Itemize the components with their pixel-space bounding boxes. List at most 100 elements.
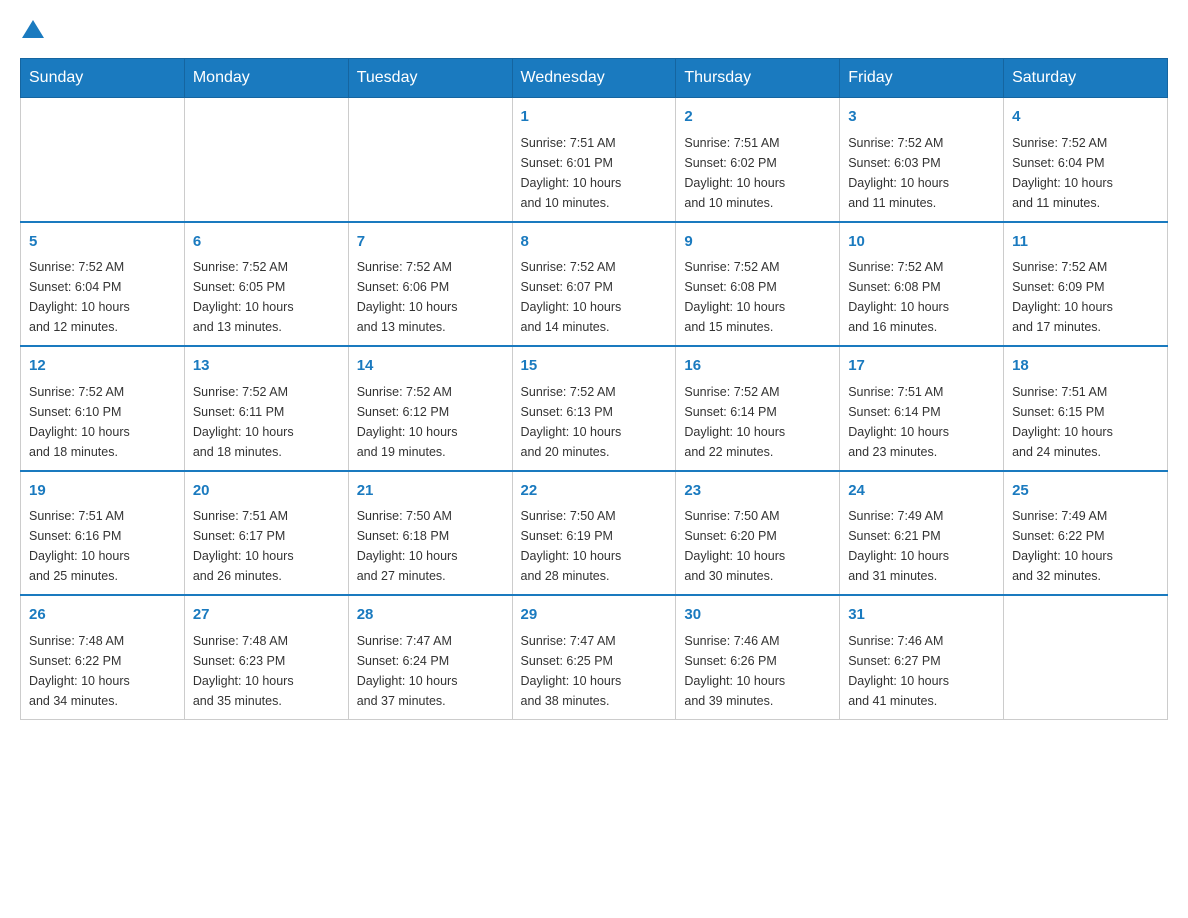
day-number: 8	[521, 231, 668, 254]
weekday-header-row: SundayMondayTuesdayWednesdayThursdayFrid…	[21, 59, 1168, 98]
calendar-week-row: 26Sunrise: 7:48 AM Sunset: 6:22 PM Dayli…	[21, 595, 1168, 719]
calendar-cell: 1 Sunrise: 7:51 AM Sunset: 6:01 PM Daylig…	[512, 98, 676, 222]
calendar-cell: 28 Sunrise: 7:47 AM Sunset: 6:24 PM Dayli…	[348, 595, 512, 719]
calendar-cell: 11 Sunrise: 7:52 AM Sunset: 6:09 PM Dayli…	[1004, 222, 1168, 347]
day-info: Sunrise: 7:52 AM Sunset: 6:05 PM Dayligh…	[193, 257, 340, 337]
calendar-cell: 16 Sunrise: 7:52 AM Sunset: 6:14 PM Dayli…	[676, 346, 840, 471]
day-number: 14	[357, 355, 504, 378]
calendar-cell	[348, 98, 512, 222]
calendar-cell: 4Sunrise: 7:52 AM Sunset: 6:04 PM Daylig…	[1004, 98, 1168, 222]
page-header	[20, 20, 1168, 38]
day-number: 2	[684, 106, 831, 129]
day-number: 29	[521, 604, 668, 627]
day-number: 19	[29, 480, 176, 503]
day-number: 5	[29, 231, 176, 254]
day-number: 22	[521, 480, 668, 503]
day-info: Sunrise: 7:52 AM Sunset: 6:11 PM Dayligh…	[193, 382, 340, 462]
day-number: 20	[193, 480, 340, 503]
day-number: 23	[684, 480, 831, 503]
calendar-cell: 14 Sunrise: 7:52 AM Sunset: 6:12 PM Dayli…	[348, 346, 512, 471]
day-info: Sunrise: 7:48 AM Sunset: 6:22 PM Dayligh…	[29, 631, 176, 711]
day-info: Sunrise: 7:52 AM Sunset: 6:10 PM Dayligh…	[29, 382, 176, 462]
calendar-cell: 19 Sunrise: 7:51 AM Sunset: 6:16 PM Dayli…	[21, 471, 185, 596]
day-number: 6	[193, 231, 340, 254]
day-info: Sunrise: 7:51 AM Sunset: 6:02 PM Dayligh…	[684, 133, 831, 213]
weekday-header-sunday: Sunday	[21, 59, 185, 98]
calendar-cell: 23 Sunrise: 7:50 AM Sunset: 6:20 PM Dayli…	[676, 471, 840, 596]
day-info: Sunrise: 7:51 AM Sunset: 6:01 PM Dayligh…	[521, 133, 668, 213]
day-info: Sunrise: 7:51 AM Sunset: 6:14 PM Dayligh…	[848, 382, 995, 462]
calendar-cell	[1004, 595, 1168, 719]
calendar-cell: 13 Sunrise: 7:52 AM Sunset: 6:11 PM Dayli…	[184, 346, 348, 471]
calendar-cell: 18Sunrise: 7:51 AM Sunset: 6:15 PM Dayli…	[1004, 346, 1168, 471]
day-number: 30	[684, 604, 831, 627]
day-number: 15	[521, 355, 668, 378]
calendar-cell: 20 Sunrise: 7:51 AM Sunset: 6:17 PM Dayli…	[184, 471, 348, 596]
day-number: 7	[357, 231, 504, 254]
day-number: 4	[1012, 106, 1159, 129]
day-number: 28	[357, 604, 504, 627]
calendar-table: SundayMondayTuesdayWednesdayThursdayFrid…	[20, 58, 1168, 720]
day-info: Sunrise: 7:50 AM Sunset: 6:18 PM Dayligh…	[357, 506, 504, 586]
calendar-cell: 15 Sunrise: 7:52 AM Sunset: 6:13 PM Dayli…	[512, 346, 676, 471]
calendar-cell: 22 Sunrise: 7:50 AM Sunset: 6:19 PM Dayli…	[512, 471, 676, 596]
day-info: Sunrise: 7:50 AM Sunset: 6:19 PM Dayligh…	[521, 506, 668, 586]
day-info: Sunrise: 7:46 AM Sunset: 6:26 PM Dayligh…	[684, 631, 831, 711]
calendar-cell: 3Sunrise: 7:52 AM Sunset: 6:03 PM Daylig…	[840, 98, 1004, 222]
day-info: Sunrise: 7:47 AM Sunset: 6:25 PM Dayligh…	[521, 631, 668, 711]
day-info: Sunrise: 7:51 AM Sunset: 6:16 PM Dayligh…	[29, 506, 176, 586]
day-info: Sunrise: 7:49 AM Sunset: 6:21 PM Dayligh…	[848, 506, 995, 586]
day-info: Sunrise: 7:52 AM Sunset: 6:08 PM Dayligh…	[848, 257, 995, 337]
calendar-cell: 30 Sunrise: 7:46 AM Sunset: 6:26 PM Dayli…	[676, 595, 840, 719]
logo-triangle-icon	[22, 20, 44, 38]
day-number: 25	[1012, 480, 1159, 503]
day-number: 27	[193, 604, 340, 627]
day-number: 11	[1012, 231, 1159, 254]
weekday-header-wednesday: Wednesday	[512, 59, 676, 98]
calendar-week-row: 1 Sunrise: 7:51 AM Sunset: 6:01 PM Daylig…	[21, 98, 1168, 222]
day-number: 9	[684, 231, 831, 254]
calendar-cell: 8 Sunrise: 7:52 AM Sunset: 6:07 PM Daylig…	[512, 222, 676, 347]
calendar-cell: 25 Sunrise: 7:49 AM Sunset: 6:22 PM Dayli…	[1004, 471, 1168, 596]
day-number: 1	[521, 106, 668, 129]
calendar-cell: 24Sunrise: 7:49 AM Sunset: 6:21 PM Dayli…	[840, 471, 1004, 596]
day-info: Sunrise: 7:52 AM Sunset: 6:07 PM Dayligh…	[521, 257, 668, 337]
day-number: 21	[357, 480, 504, 503]
calendar-cell: 10 Sunrise: 7:52 AM Sunset: 6:08 PM Dayli…	[840, 222, 1004, 347]
day-info: Sunrise: 7:52 AM Sunset: 6:14 PM Dayligh…	[684, 382, 831, 462]
day-info: Sunrise: 7:51 AM Sunset: 6:17 PM Dayligh…	[193, 506, 340, 586]
day-info: Sunrise: 7:52 AM Sunset: 6:04 PM Dayligh…	[29, 257, 176, 337]
calendar-cell	[21, 98, 185, 222]
day-info: Sunrise: 7:51 AM Sunset: 6:15 PM Dayligh…	[1012, 382, 1159, 462]
weekday-header-tuesday: Tuesday	[348, 59, 512, 98]
calendar-cell: 12 Sunrise: 7:52 AM Sunset: 6:10 PM Dayli…	[21, 346, 185, 471]
calendar-cell: 6 Sunrise: 7:52 AM Sunset: 6:05 PM Daylig…	[184, 222, 348, 347]
day-number: 12	[29, 355, 176, 378]
day-info: Sunrise: 7:52 AM Sunset: 6:09 PM Dayligh…	[1012, 257, 1159, 337]
calendar-cell: 31 Sunrise: 7:46 AM Sunset: 6:27 PM Dayli…	[840, 595, 1004, 719]
weekday-header-thursday: Thursday	[676, 59, 840, 98]
calendar-cell: 29 Sunrise: 7:47 AM Sunset: 6:25 PM Dayli…	[512, 595, 676, 719]
day-info: Sunrise: 7:52 AM Sunset: 6:03 PM Dayligh…	[848, 133, 995, 213]
day-info: Sunrise: 7:52 AM Sunset: 6:12 PM Dayligh…	[357, 382, 504, 462]
day-info: Sunrise: 7:52 AM Sunset: 6:08 PM Dayligh…	[684, 257, 831, 337]
day-number: 10	[848, 231, 995, 254]
day-number: 13	[193, 355, 340, 378]
calendar-cell: 2 Sunrise: 7:51 AM Sunset: 6:02 PM Daylig…	[676, 98, 840, 222]
day-number: 16	[684, 355, 831, 378]
day-info: Sunrise: 7:52 AM Sunset: 6:13 PM Dayligh…	[521, 382, 668, 462]
day-number: 31	[848, 604, 995, 627]
calendar-week-row: 5 Sunrise: 7:52 AM Sunset: 6:04 PM Daylig…	[21, 222, 1168, 347]
calendar-cell: 27Sunrise: 7:48 AM Sunset: 6:23 PM Dayli…	[184, 595, 348, 719]
calendar-cell: 21 Sunrise: 7:50 AM Sunset: 6:18 PM Dayli…	[348, 471, 512, 596]
day-info: Sunrise: 7:49 AM Sunset: 6:22 PM Dayligh…	[1012, 506, 1159, 586]
calendar-cell: 9 Sunrise: 7:52 AM Sunset: 6:08 PM Daylig…	[676, 222, 840, 347]
weekday-header-saturday: Saturday	[1004, 59, 1168, 98]
weekday-header-monday: Monday	[184, 59, 348, 98]
logo	[20, 20, 44, 38]
day-info: Sunrise: 7:47 AM Sunset: 6:24 PM Dayligh…	[357, 631, 504, 711]
day-info: Sunrise: 7:46 AM Sunset: 6:27 PM Dayligh…	[848, 631, 995, 711]
calendar-cell	[184, 98, 348, 222]
day-info: Sunrise: 7:50 AM Sunset: 6:20 PM Dayligh…	[684, 506, 831, 586]
day-number: 17	[848, 355, 995, 378]
